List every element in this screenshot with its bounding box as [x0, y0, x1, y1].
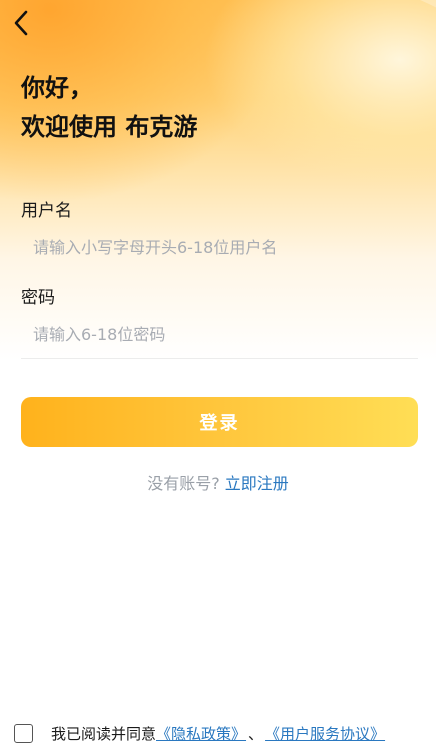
- back-button[interactable]: [8, 8, 34, 38]
- header-background: [0, 0, 436, 368]
- privacy-policy-link[interactable]: 《隐私政策》: [156, 723, 246, 744]
- register-prompt: 没有账号?: [147, 474, 220, 493]
- chevron-left-icon: [14, 10, 28, 36]
- password-input[interactable]: [21, 312, 418, 356]
- agreement-text: 我已阅读并同意: [51, 724, 157, 743]
- username-input[interactable]: [21, 225, 418, 269]
- welcome-title: 欢迎使用 布克游: [21, 113, 198, 141]
- agreement-checkbox[interactable]: [14, 723, 33, 743]
- password-divider: [21, 358, 418, 359]
- greeting-title: 你好，: [21, 74, 93, 102]
- register-link[interactable]: 立即注册: [225, 474, 289, 493]
- username-label: 用户名: [21, 201, 72, 221]
- agreement-row: 我已阅读并同意 《隐私政策》 、 《用户服务协议》: [14, 720, 434, 746]
- agreement-separator: 、: [248, 724, 264, 743]
- terms-of-service-link[interactable]: 《用户服务协议》: [265, 723, 385, 744]
- password-label: 密码: [21, 288, 55, 308]
- register-row: 没有账号? 立即注册: [0, 472, 436, 496]
- login-button[interactable]: 登录: [21, 397, 418, 447]
